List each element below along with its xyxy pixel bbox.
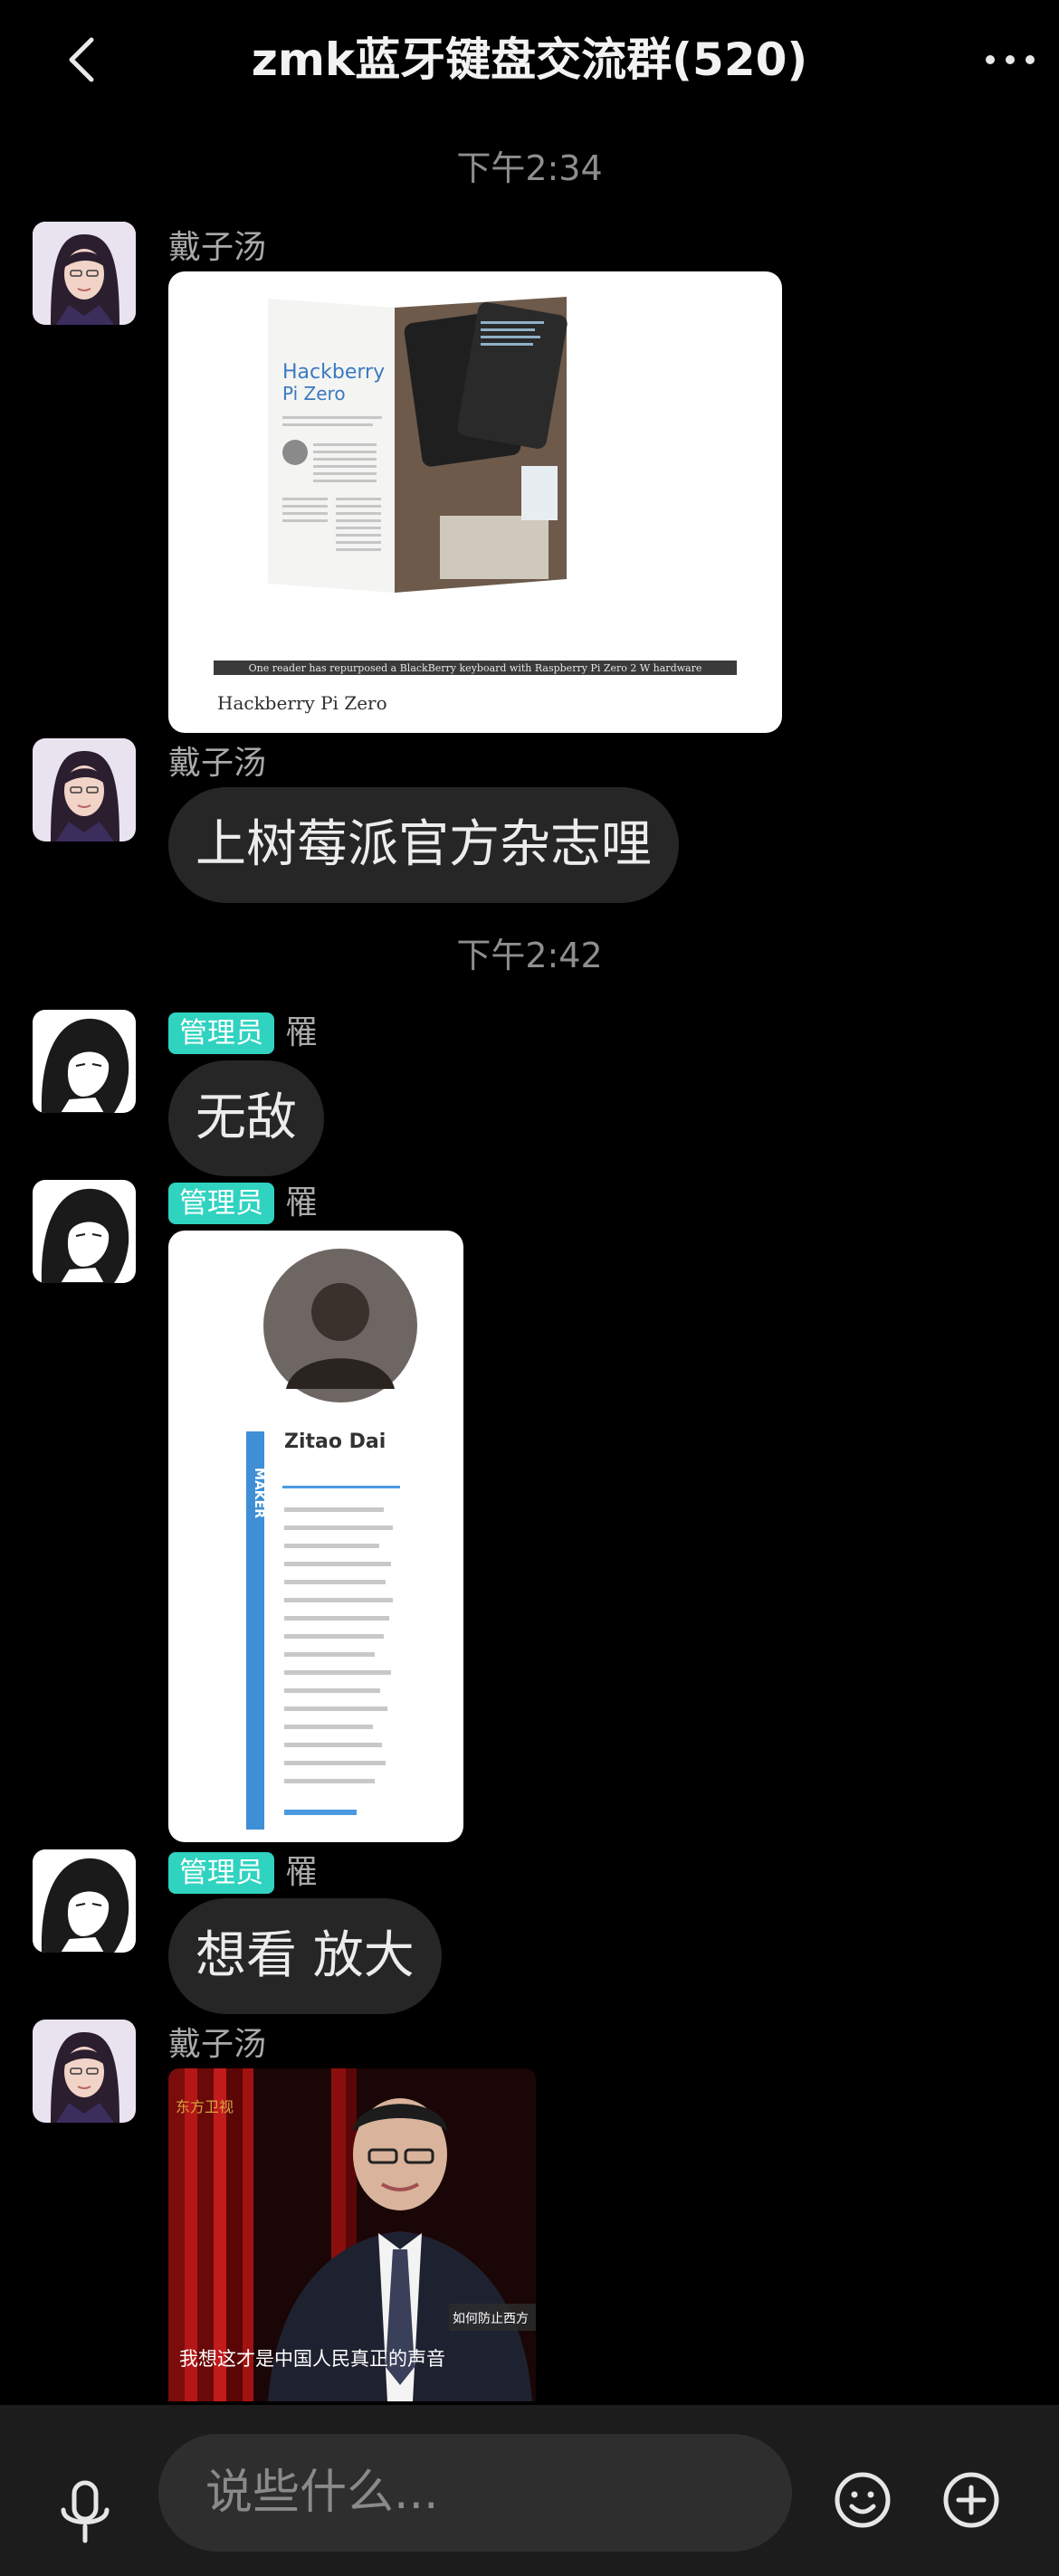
emoji-icon[interactable]: [833, 2470, 892, 2530]
sender-row: 管理员 罹: [168, 1180, 318, 1227]
message-input[interactable]: [158, 2434, 792, 2552]
avatar[interactable]: [33, 738, 136, 841]
input-bar: [0, 2405, 1059, 2576]
message-bubble[interactable]: 上树莓派官方杂志哩: [168, 787, 679, 903]
chat-header: zmk蓝牙键盘交流群(520): [0, 0, 1059, 127]
timestamp: 下午2:34: [456, 148, 603, 188]
admin-badge: 管理员: [168, 1012, 274, 1054]
message-bubble[interactable]: 想看 放大: [168, 1898, 442, 2014]
channel-logo: 东方卫视: [176, 2098, 234, 2115]
image-caption: Hackberry Pi Zero: [217, 692, 387, 714]
video-subtitle: 我想这才是中国人民真正的声音: [179, 2348, 445, 2370]
microphone-icon[interactable]: [56, 2479, 114, 2546]
magazine-image[interactable]: Hackberry Pi Zero One reader has repurpo…: [168, 271, 782, 733]
sender-row: 管理员 罹: [168, 1010, 318, 1057]
chat-title: zmk蓝牙键盘交流群(520): [251, 33, 808, 86]
sender-name: 罹: [285, 1184, 319, 1221]
admin-badge: 管理员: [168, 1183, 274, 1224]
sender-name: 戴子汤: [168, 229, 267, 266]
ellipsis-icon[interactable]: [978, 38, 1043, 81]
sender-row: 管理员 罹: [168, 1849, 318, 1896]
sender-row: 戴子汤: [168, 224, 266, 271]
avatar[interactable]: [33, 2020, 136, 2123]
avatar[interactable]: [33, 1180, 136, 1283]
avatar[interactable]: [33, 222, 136, 325]
sender-name: 戴子汤: [168, 2026, 267, 2063]
sender-name: 戴子汤: [168, 745, 267, 782]
admin-badge: 管理员: [168, 1852, 274, 1894]
sender-name: 罹: [285, 1854, 319, 1891]
maker-label: MAKER: [252, 1468, 266, 1518]
plus-circle-icon[interactable]: [941, 2470, 1001, 2530]
video-thumbnail[interactable]: 东方卫视 如何防止西方 我想这才是中国人民真正的声音: [168, 2068, 536, 2401]
magazine-subhead: Pi Zero: [282, 383, 346, 404]
magazine-headline: Hackberry: [282, 361, 385, 384]
sender-row: 戴子汤: [168, 740, 266, 787]
timestamp: 下午2:42: [456, 936, 603, 975]
video-tag: 如何防止西方: [453, 2312, 529, 2326]
chevron-left-icon[interactable]: [56, 34, 107, 85]
avatar[interactable]: [33, 1849, 136, 1953]
maker-name: Zitao Dai: [284, 1431, 386, 1453]
sender-name: 罹: [285, 1014, 319, 1051]
message-bubble[interactable]: 无敌: [168, 1060, 324, 1176]
profile-image[interactable]: MAKER Zitao Dai: [168, 1231, 463, 1842]
avatar[interactable]: [33, 1010, 136, 1113]
sender-row: 戴子汤: [168, 2021, 266, 2068]
image-caption-strip: One reader has repurposed a BlackBerry k…: [249, 662, 702, 674]
